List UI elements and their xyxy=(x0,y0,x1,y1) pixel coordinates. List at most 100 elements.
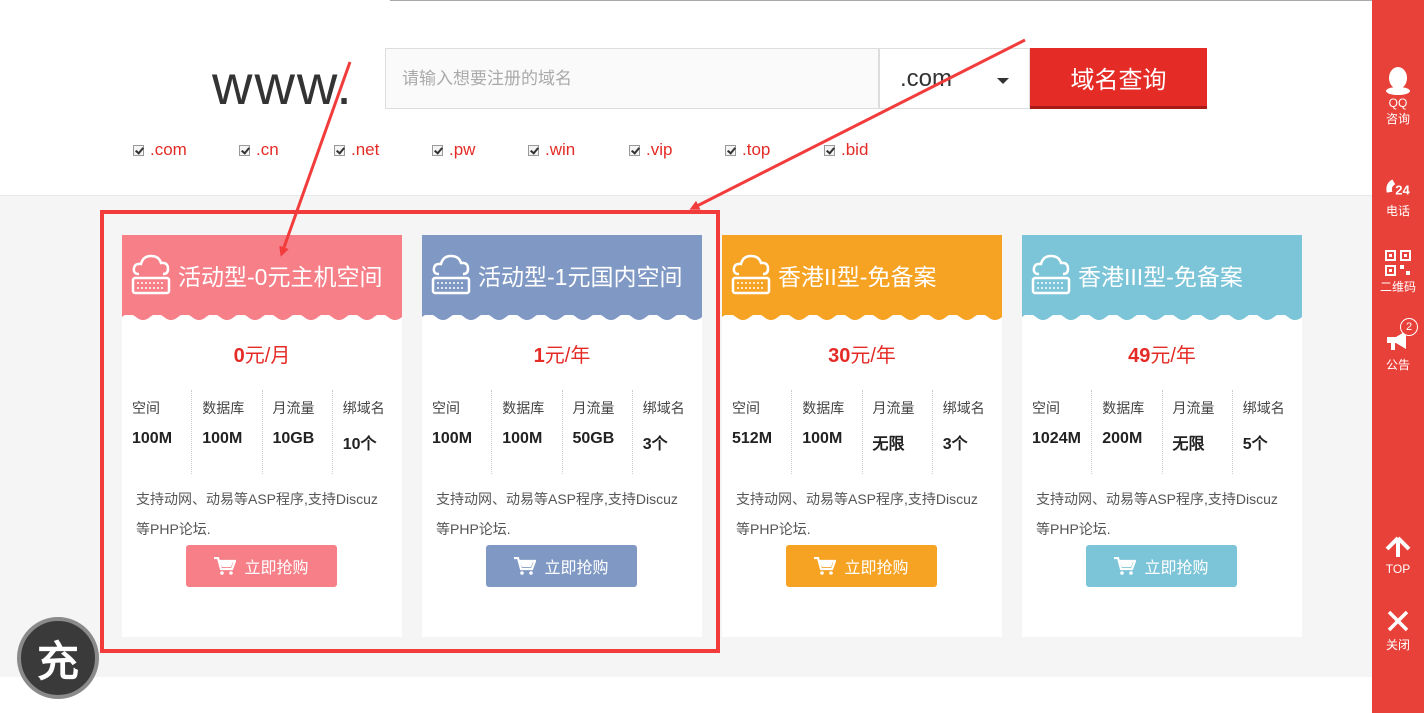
sidebar-top-label: TOP xyxy=(1385,562,1411,576)
plan-spec-value: 3个 xyxy=(942,436,968,453)
tld-checkbox-bid[interactable]: .bid xyxy=(824,140,904,160)
plan-card-header: 香港II型-免备案 xyxy=(722,235,1002,320)
plan-price-unit: 元/年 xyxy=(544,345,591,367)
plan-spec-label: 空间 xyxy=(432,400,460,416)
plan-spec-value: 100M xyxy=(132,430,173,447)
sidebar-phone[interactable]: 24 电话 xyxy=(1372,172,1424,219)
tld-checkbox-top[interactable]: .top xyxy=(725,140,824,160)
plan-spec-label: 数据库 xyxy=(502,400,545,416)
plan-spec-value: 10个 xyxy=(342,436,377,453)
plan-spec: 数据库 200M xyxy=(1092,390,1163,474)
shopping-cart-icon xyxy=(514,557,537,575)
wave-divider xyxy=(1022,311,1302,320)
plan-spec: 绑域名 3个 xyxy=(933,390,1002,474)
checkbox-checked-icon[interactable] xyxy=(133,144,144,156)
plan-spec-value: 200M xyxy=(1102,430,1143,447)
sidebar-qrcode-label: 二维码 xyxy=(1379,280,1416,294)
checkbox-checked-icon[interactable] xyxy=(432,144,443,156)
plan-title: 香港II型-免备案 xyxy=(778,264,937,290)
plan-specs: 空间 1024M 数据库 200M 月流量 无限 绑域名 5个 xyxy=(1022,390,1302,474)
buy-now-button[interactable]: 立即抢购 xyxy=(486,545,637,587)
domain-search-input[interactable] xyxy=(402,68,878,89)
plan-spec-value: 100M xyxy=(502,430,543,447)
plan-price-unit: 元/年 xyxy=(850,345,896,367)
buy-now-label: 立即抢购 xyxy=(544,560,609,577)
plan-spec: 月流量 无限 xyxy=(863,390,933,474)
plan-card: 香港II型-免备案 30元/年 空间 512M 数据库 100M 月流量 无限 … xyxy=(722,235,1002,637)
plan-spec-value: 1024M xyxy=(1032,430,1081,447)
plan-spec: 绑域名 10个 xyxy=(333,390,402,474)
domain-search-field[interactable] xyxy=(385,48,879,109)
tld-checkbox-vip[interactable]: .vip xyxy=(629,140,725,160)
plan-spec-label: 数据库 xyxy=(802,400,845,416)
plan-spec-label: 月流量 xyxy=(872,400,915,416)
plan-price: 1元/年 xyxy=(422,339,702,368)
tld-checkbox-net[interactable]: .net xyxy=(334,140,432,160)
plan-description: 支持动网、动易等ASP程序,支持Discuz等PHP论坛. xyxy=(136,491,378,537)
buy-now-button[interactable]: 立即抢购 xyxy=(1086,545,1237,587)
plan-spec-label: 数据库 xyxy=(1102,400,1145,416)
sidebar-notice[interactable]: 2 公告 xyxy=(1372,318,1424,373)
tld-checkbox-com[interactable]: .com xyxy=(133,140,239,160)
sidebar-close-label: 关闭 xyxy=(1385,638,1410,652)
chevron-down-icon xyxy=(997,78,1009,84)
plan-spec-value: 5个 xyxy=(1242,436,1268,453)
plan-spec-value: 100M xyxy=(802,430,843,447)
checkbox-checked-icon[interactable] xyxy=(725,144,736,156)
buy-now-label: 立即抢购 xyxy=(244,560,309,577)
buy-now-button[interactable]: 立即抢购 xyxy=(186,545,337,587)
plan-price: 30元/年 xyxy=(722,339,1002,368)
sidebar-consult-label: 咨询 xyxy=(1385,112,1410,126)
plan-spec-label: 绑域名 xyxy=(942,400,985,416)
cloud-server-icon xyxy=(731,254,771,295)
plan-spec-label: 空间 xyxy=(1032,400,1060,416)
plan-card-header: 香港III型-免备案 xyxy=(1022,235,1302,320)
plan-spec-label: 空间 xyxy=(132,400,160,416)
checkbox-checked-icon[interactable] xyxy=(239,144,250,156)
plan-title: 活动型-1元国内空间 xyxy=(478,264,683,290)
plan-spec-value: 3个 xyxy=(642,436,668,453)
plan-spec-label: 绑域名 xyxy=(1242,400,1285,416)
plan-spec: 数据库 100M xyxy=(492,390,563,474)
checkbox-checked-icon[interactable] xyxy=(824,144,835,156)
plan-spec: 绑域名 3个 xyxy=(633,390,702,474)
tld-checkbox-cn[interactable]: .cn xyxy=(239,140,334,160)
domain-search-button[interactable]: 域名查询 xyxy=(1030,48,1207,109)
plan-price-number: 49 xyxy=(1128,345,1151,367)
plan-spec-label: 月流量 xyxy=(1172,400,1215,416)
buy-now-button[interactable]: 立即抢购 xyxy=(786,545,937,587)
tld-dropdown[interactable]: .com xyxy=(879,48,1030,109)
plan-spec: 月流量 50GB xyxy=(563,390,633,474)
sidebar-qq-label: QQ xyxy=(1388,96,1408,110)
checkbox-checked-icon[interactable] xyxy=(334,144,345,156)
sidebar-qq-consult[interactable]: QQ 咨询 xyxy=(1372,66,1424,127)
plan-spec: 数据库 100M xyxy=(192,390,263,474)
plan-description: 支持动网、动易等ASP程序,支持Discuz等PHP论坛. xyxy=(736,491,978,537)
wave-divider xyxy=(722,311,1002,320)
sidebar-close[interactable]: 关闭 xyxy=(1372,606,1424,653)
sidebar-notice-label: 公告 xyxy=(1385,358,1410,372)
recharge-float-button[interactable]: 充 xyxy=(17,617,99,699)
sidebar-back-to-top[interactable]: TOP xyxy=(1372,532,1424,576)
plan-spec-value: 100M xyxy=(432,430,473,447)
tld-checkbox-pw[interactable]: .pw xyxy=(432,140,528,160)
right-float-sidebar: QQ 咨询 24 电话 二维码 2 公告 TOP 关闭 xyxy=(1372,0,1424,713)
plan-description: 支持动网、动易等ASP程序,支持Discuz等PHP论坛. xyxy=(436,491,678,537)
plan-spec: 空间 1024M xyxy=(1022,390,1093,474)
plan-price-number: 1 xyxy=(533,345,545,367)
checkbox-checked-icon[interactable] xyxy=(528,144,539,156)
sidebar-qrcode[interactable]: 二维码 xyxy=(1372,248,1424,295)
plan-price-unit: 元/年 xyxy=(1150,345,1196,367)
plan-spec: 数据库 100M xyxy=(792,390,863,474)
plan-price-number: 30 xyxy=(828,345,851,367)
cloud-server-icon xyxy=(131,254,171,295)
plan-price-unit: 元/月 xyxy=(244,345,291,367)
checkbox-checked-icon[interactable] xyxy=(629,144,640,156)
plan-spec: 空间 100M xyxy=(122,390,193,474)
tld-checkbox-win[interactable]: .win xyxy=(528,140,629,160)
svg-text:24: 24 xyxy=(1395,183,1410,198)
plan-spec-value: 10GB xyxy=(272,430,315,447)
plan-spec-label: 绑域名 xyxy=(642,400,685,416)
plan-spec-value: 512M xyxy=(732,430,773,447)
plan-specs: 空间 512M 数据库 100M 月流量 无限 绑域名 3个 xyxy=(722,390,1002,474)
